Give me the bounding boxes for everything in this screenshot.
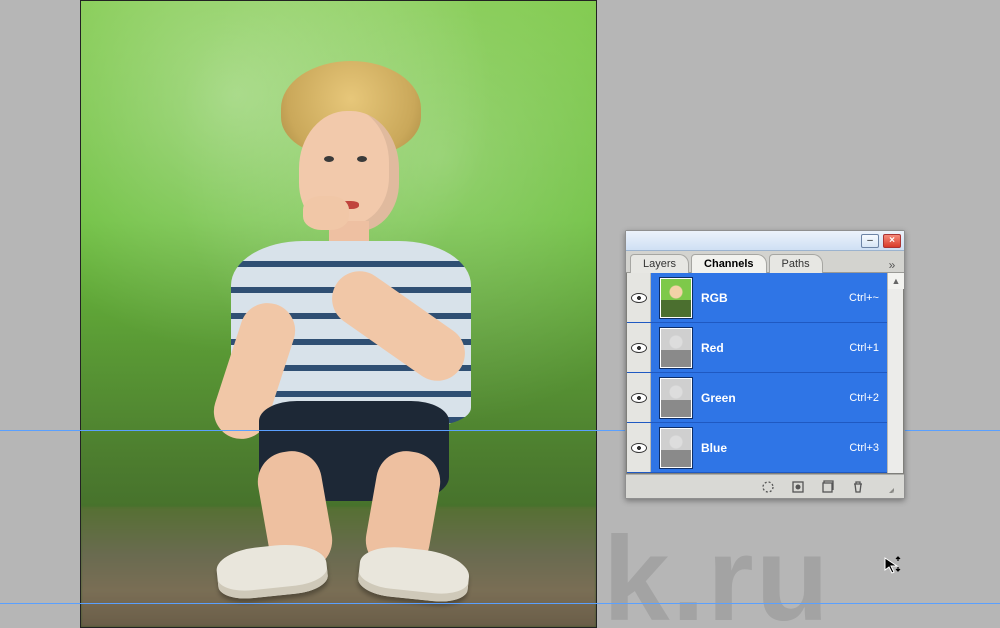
channel-thumbnail: [659, 327, 693, 369]
minimize-icon: –: [867, 236, 873, 246]
tab-label: Channels: [704, 258, 754, 270]
channel-shortcut: Ctrl+1: [849, 342, 879, 354]
new-channel-icon[interactable]: [820, 479, 836, 495]
channel-row-red[interactable]: Red Ctrl+1: [627, 323, 903, 373]
close-button[interactable]: ×: [883, 234, 901, 248]
eye-icon: [631, 343, 647, 353]
minimize-button[interactable]: –: [861, 234, 879, 248]
visibility-toggle[interactable]: [627, 423, 651, 472]
tab-paths[interactable]: Paths: [769, 254, 823, 273]
workspace: fotourok.ru – × Layers Channels: [0, 0, 1000, 628]
panel-tabs: Layers Channels Paths »: [626, 251, 904, 273]
visibility-toggle[interactable]: [627, 323, 651, 372]
scroll-up-icon[interactable]: ▲: [888, 273, 904, 289]
tab-label: Paths: [782, 258, 810, 270]
channel-thumbnail: [659, 427, 693, 469]
channel-shortcut: Ctrl+3: [849, 442, 879, 454]
channel-row-rgb[interactable]: RGB Ctrl+~: [627, 273, 903, 323]
close-icon: ×: [889, 236, 895, 246]
tab-label: Layers: [643, 258, 676, 270]
tab-channels[interactable]: Channels: [691, 254, 767, 273]
channel-shortcut: Ctrl+~: [849, 292, 879, 304]
eye-icon: [631, 393, 647, 403]
delete-channel-icon[interactable]: [850, 479, 866, 495]
panel-menu-button[interactable]: »: [884, 258, 900, 272]
move-cursor-icon: [883, 556, 905, 578]
photo-subject-boy: [171, 51, 511, 611]
eye-icon: [631, 443, 647, 453]
load-selection-icon[interactable]: [760, 479, 776, 495]
channel-shortcut: Ctrl+2: [849, 392, 879, 404]
channel-thumbnail: [659, 377, 693, 419]
scrollbar[interactable]: ▲: [887, 273, 903, 473]
visibility-toggle[interactable]: [627, 373, 651, 422]
panel-titlebar[interactable]: – ×: [626, 231, 904, 251]
visibility-toggle[interactable]: [627, 273, 651, 322]
channel-name: Red: [701, 341, 724, 355]
channel-thumbnail: [659, 277, 693, 319]
chevron-right-icon: »: [889, 258, 896, 272]
eye-icon: [631, 293, 647, 303]
tab-layers[interactable]: Layers: [630, 254, 689, 273]
channel-name: RGB: [701, 291, 728, 305]
panel-grip-icon[interactable]: [880, 479, 896, 495]
document-canvas[interactable]: [80, 0, 597, 628]
channels-list: RGB Ctrl+~ Red Ctrl+1 Green Ctrl+2 Blue …: [626, 273, 904, 474]
channel-name: Green: [701, 391, 736, 405]
panel-footer: [626, 474, 904, 498]
channel-row-green[interactable]: Green Ctrl+2: [627, 373, 903, 423]
channels-panel: – × Layers Channels Paths » RGB Ctrl+~ R…: [625, 230, 905, 499]
channel-name: Blue: [701, 441, 727, 455]
channel-row-blue[interactable]: Blue Ctrl+3: [627, 423, 903, 473]
save-selection-icon[interactable]: [790, 479, 806, 495]
